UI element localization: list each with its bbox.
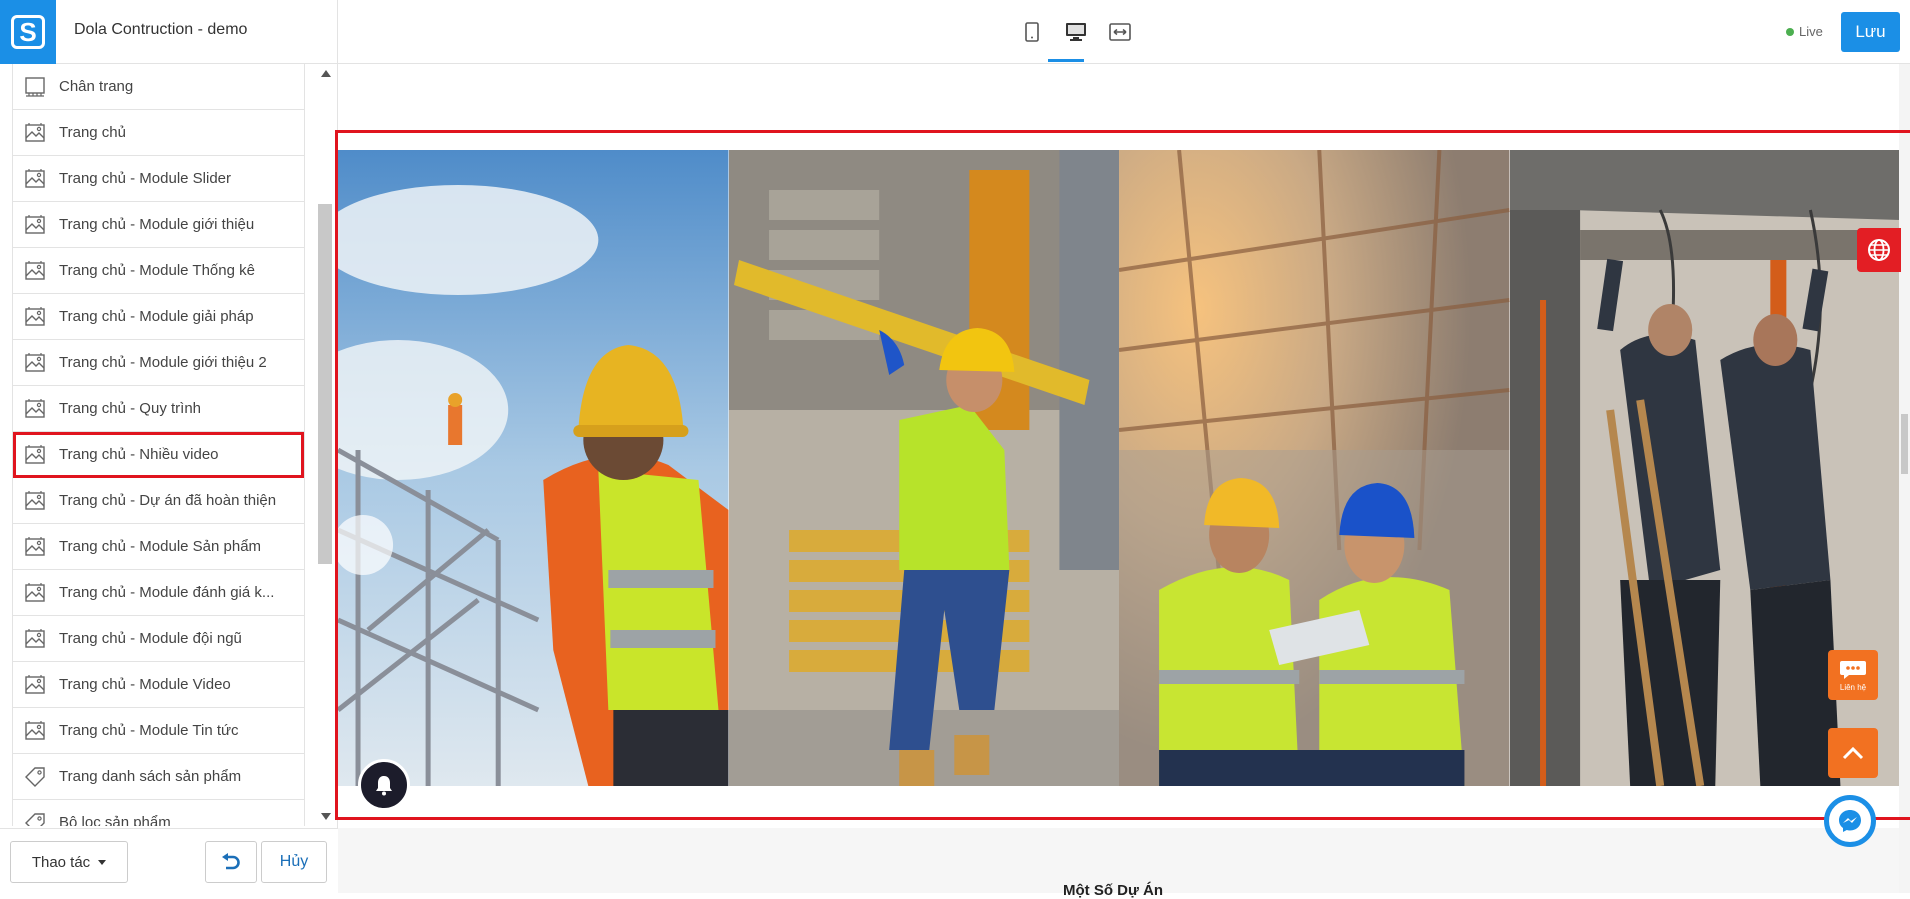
sidebar-item[interactable]: Trang chủ - Module đội ngũ: [13, 616, 304, 662]
image-icon: [23, 489, 47, 513]
logo-s-icon: S: [11, 15, 45, 49]
language-button[interactable]: [1857, 228, 1901, 272]
image-icon: [23, 121, 47, 145]
scroll-up-icon[interactable]: [321, 70, 331, 77]
tag-icon: [23, 765, 47, 789]
contact-button[interactable]: Liên hệ: [1828, 650, 1878, 700]
sidebar-item-label: Bộ lọc sản phẩm: [59, 814, 171, 826]
sidebar-item-label: Trang danh sách sản phẩm: [59, 768, 242, 785]
image-icon: [23, 673, 47, 697]
fullwidth-icon: [1109, 23, 1131, 41]
messenger-button[interactable]: [1824, 795, 1876, 847]
live-status[interactable]: Live: [1786, 24, 1823, 39]
desktop-view-button[interactable]: [1062, 18, 1090, 46]
image-icon: [23, 167, 47, 191]
next-section-title: Một Số Dự Án: [1063, 882, 1164, 899]
save-button[interactable]: Lưu: [1841, 12, 1900, 52]
sidebar-item-label: Trang chủ - Dự án đã hoàn thiện: [59, 492, 277, 509]
sidebar-item[interactable]: Trang chủ - Module Video: [13, 662, 304, 708]
cancel-button[interactable]: Hủy: [261, 841, 327, 883]
sidebar-scrollbar[interactable]: [318, 64, 332, 826]
notification-button[interactable]: [358, 759, 410, 811]
image-icon: [23, 259, 47, 283]
actions-label: Thao tác: [31, 853, 91, 871]
image-icon: [23, 719, 47, 743]
sidebar-item-label: Trang chủ - Module Tin tức: [59, 722, 239, 739]
worker-scaffold-photo[interactable]: [338, 150, 729, 786]
image-icon: [23, 581, 47, 605]
site-title: Dola Contruction - demo: [74, 21, 248, 38]
contact-label: Liên hệ: [1839, 682, 1867, 692]
mobile-icon: [1025, 22, 1039, 42]
image-icon: [23, 213, 47, 237]
chevron-up-icon: [1842, 746, 1864, 760]
image-icon: [23, 443, 47, 467]
chat-bubble-icon: [1840, 660, 1866, 679]
mobile-view-button[interactable]: [1018, 18, 1046, 46]
sidebar-item-label: Trang chủ - Module Sản phẩm: [59, 538, 262, 555]
device-switcher: [1018, 18, 1134, 46]
device-active-indicator: [1048, 59, 1084, 62]
globe-icon: [1868, 239, 1890, 261]
sidebar-item-label: Trang chủ - Nhiều video: [59, 446, 219, 463]
sidebar-item[interactable]: Bộ lọc sản phẩm: [13, 800, 304, 826]
sidebar-item-label: Trang chủ - Module đội ngũ: [59, 630, 242, 647]
sidebar-item[interactable]: Trang chủ - Module Tin tức: [13, 708, 304, 754]
sidebar-item[interactable]: Trang danh sách sản phẩm: [13, 754, 304, 800]
sidebar-item[interactable]: Chân trang: [13, 64, 304, 110]
sidebar-item[interactable]: Trang chủ - Module Sản phẩm: [13, 524, 304, 570]
live-label: Live: [1799, 24, 1823, 39]
sidebar-item-label: Trang chủ - Module giới thiệu 2: [59, 354, 267, 371]
sidebar-item[interactable]: Trang chủ: [13, 110, 304, 156]
multi-video-gallery[interactable]: [338, 150, 1900, 786]
sidebar-item-label: Trang chủ - Module đánh giá k...: [59, 584, 275, 601]
image-icon: [23, 351, 47, 375]
app-logo[interactable]: S: [0, 0, 56, 64]
image-icon: [23, 305, 47, 329]
engineers-tablet-photo[interactable]: [1119, 150, 1510, 786]
live-dot-icon: [1786, 27, 1794, 36]
sidebar: Chân trang Trang chủ Trang chủ - Module Sl…: [0, 64, 338, 893]
messenger-icon: [1839, 810, 1861, 832]
scroll-down-icon[interactable]: [321, 813, 331, 820]
sidebar-item-label: Trang chủ - Module giải pháp: [59, 308, 254, 325]
sidebar-item[interactable]: Trang chủ - Module giới thiệu 2: [13, 340, 304, 386]
actions-dropdown-button[interactable]: Thao tác: [10, 841, 128, 883]
caret-down-icon: [98, 859, 107, 865]
divider: [337, 0, 338, 64]
undo-button[interactable]: [205, 841, 257, 883]
sidebar-item-label: Trang chủ - Module giới thiệu: [59, 216, 255, 233]
sidebar-item[interactable]: Trang chủ - Module giới thiệu: [13, 202, 304, 248]
back-to-top-button[interactable]: [1828, 728, 1878, 778]
undo-icon: [222, 853, 240, 870]
fullwidth-view-button[interactable]: [1106, 18, 1134, 46]
sidebar-footer: Thao tác Hủy: [0, 828, 338, 893]
sidebar-item[interactable]: Trang chủ - Nhiều video: [13, 432, 304, 478]
section-list: Chân trang Trang chủ Trang chủ - Module Sl…: [12, 64, 305, 826]
top-bar: S Dola Contruction - demo Live Lưu: [0, 0, 1910, 64]
sidebar-item-label: Trang chủ - Module Video: [59, 676, 231, 693]
bell-icon: [376, 776, 392, 796]
sidebar-item[interactable]: Trang chủ - Module Slider: [13, 156, 304, 202]
image-icon: [23, 397, 47, 421]
sidebar-item[interactable]: Trang chủ - Module đánh giá k...: [13, 570, 304, 616]
sidebar-item[interactable]: Trang chủ - Module giải pháp: [13, 294, 304, 340]
sidebar-item-label: Trang chủ - Module Thống kê: [59, 262, 255, 279]
desktop-icon: [1066, 23, 1086, 41]
scroll-thumb[interactable]: [318, 204, 332, 564]
sidebar-item[interactable]: Trang chủ - Quy trình: [13, 386, 304, 432]
image-icon: [23, 627, 47, 651]
canvas-scrollbar[interactable]: [1899, 64, 1910, 893]
image-icon: [23, 535, 47, 559]
sidebar-item-label: Chân trang: [59, 78, 134, 95]
layout-icon: [23, 75, 47, 99]
sidebar-item[interactable]: Trang chủ - Dự án đã hoàn thiện: [13, 478, 304, 524]
sidebar-item-label: Trang chủ: [59, 124, 126, 141]
sidebar-item-label: Trang chủ - Quy trình: [59, 400, 202, 417]
sidebar-item[interactable]: Trang chủ - Module Thống kê: [13, 248, 304, 294]
sidebar-item-label: Trang chủ - Module Slider: [59, 170, 232, 187]
canvas-scroll-thumb[interactable]: [1901, 414, 1908, 474]
worker-carrying-beam-photo[interactable]: [728, 150, 1119, 786]
tag-icon: [23, 811, 47, 826]
